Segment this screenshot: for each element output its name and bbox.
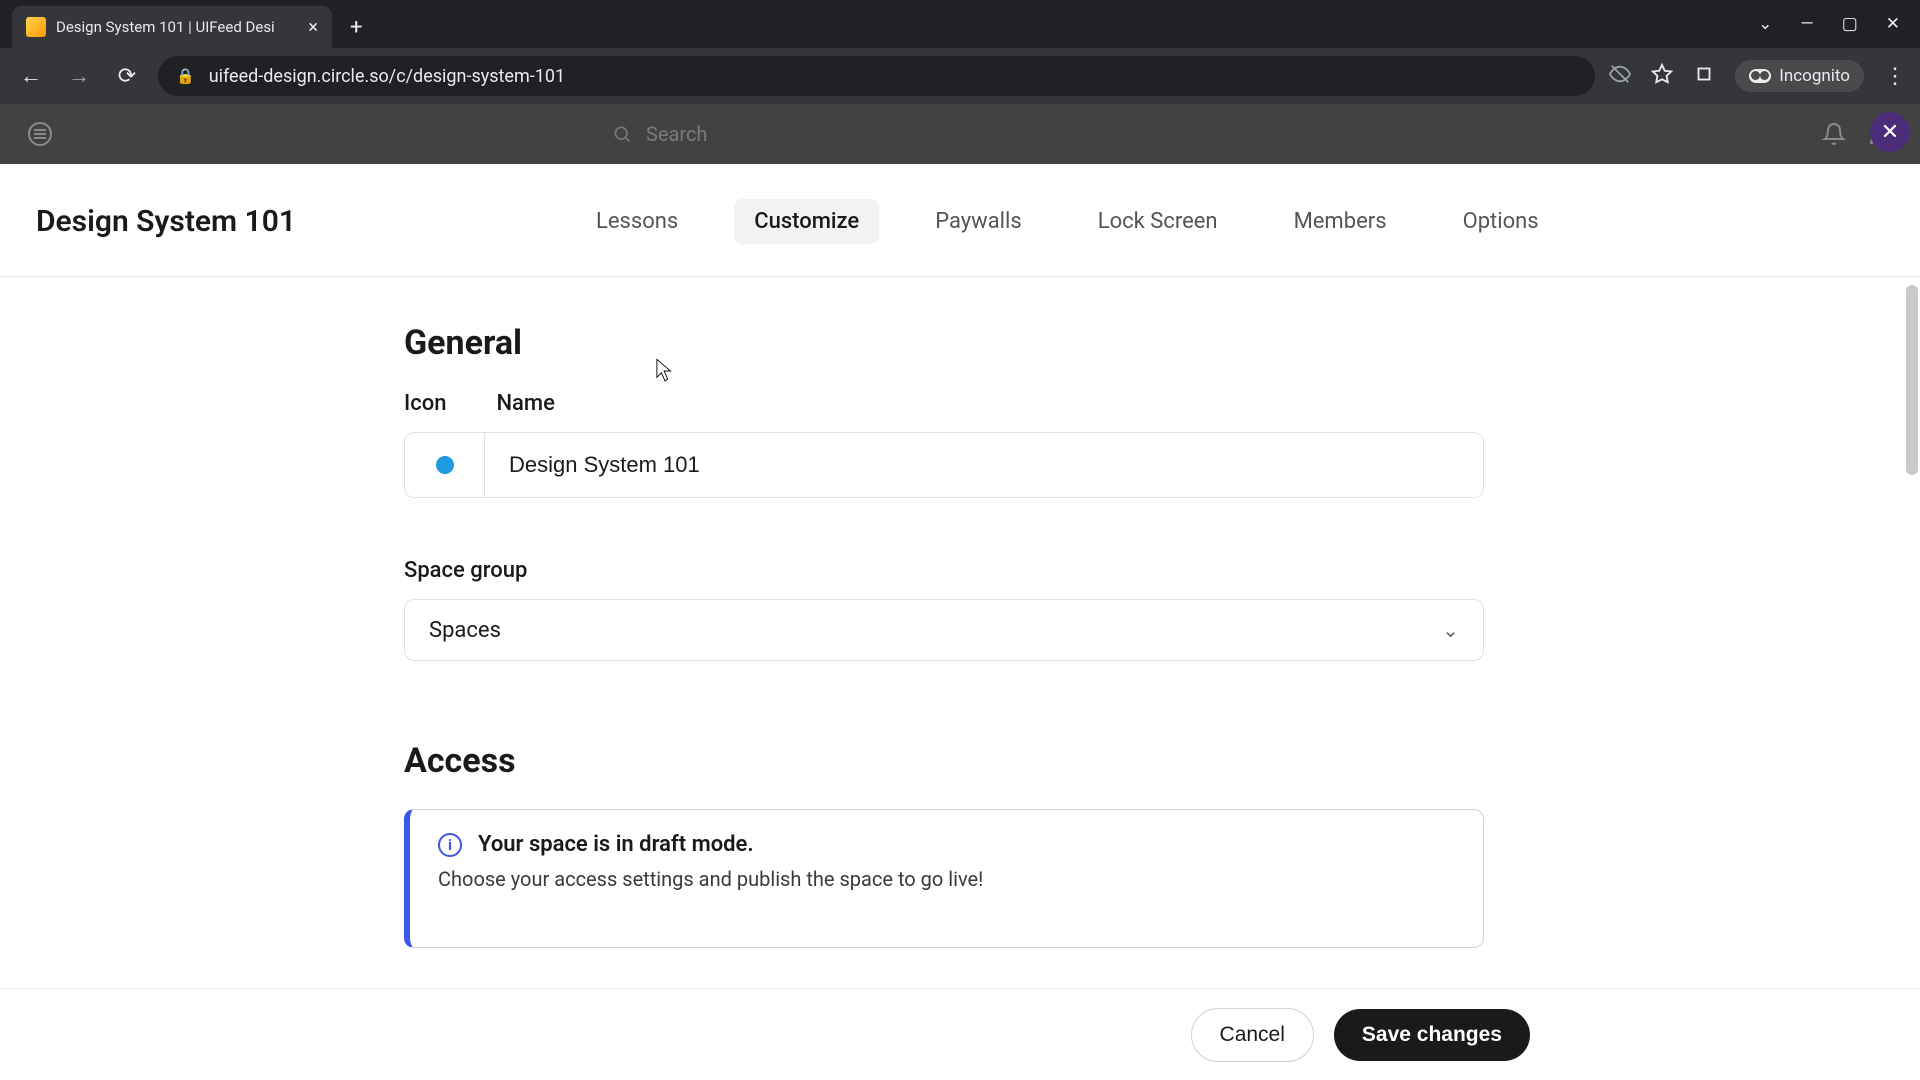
- tab-strip: Design System 101 | UIFeed Desi × + ⌄ — …: [0, 0, 1920, 48]
- tab-members[interactable]: Members: [1274, 199, 1407, 244]
- star-icon[interactable]: [1651, 63, 1673, 90]
- browser-toolbar: ← → ⟳ 🔒 uifeed-design.circle.so/c/design…: [0, 48, 1920, 104]
- lock-icon: 🔒: [176, 67, 195, 85]
- icon-label: Icon: [404, 391, 446, 416]
- bell-icon[interactable]: [1822, 122, 1846, 146]
- tab-paywalls[interactable]: Paywalls: [915, 199, 1042, 244]
- favicon-icon: [26, 17, 46, 37]
- browser-tab[interactable]: Design System 101 | UIFeed Desi ×: [12, 6, 332, 48]
- incognito-chip[interactable]: Incognito: [1735, 60, 1864, 92]
- tab-lock-screen[interactable]: Lock Screen: [1078, 199, 1238, 244]
- close-panel-button[interactable]: ✕: [1870, 112, 1910, 152]
- window-controls: ⌄ — ▢ ✕: [1758, 0, 1920, 48]
- section-general-heading: General: [404, 323, 1484, 363]
- form-content: General Icon Name Space group Spaces ⌄ A…: [404, 323, 1484, 948]
- icon-name-labels: Icon Name: [404, 391, 1484, 416]
- panel-tabs: Lessons Customize Paywalls Lock Screen M…: [576, 199, 1559, 244]
- kebab-menu-icon[interactable]: ⋮: [1884, 64, 1906, 89]
- forward-button[interactable]: →: [62, 59, 96, 93]
- address-bar[interactable]: 🔒 uifeed-design.circle.so/c/design-syste…: [158, 56, 1595, 96]
- space-name-input[interactable]: [485, 433, 1483, 497]
- panel-header: Design System 101 Lessons Customize Payw…: [0, 168, 1920, 276]
- app-header-dimmed: Search ✕: [0, 104, 1920, 164]
- scrollbar[interactable]: ▾: [1904, 281, 1920, 1076]
- tab-lessons[interactable]: Lessons: [576, 199, 698, 244]
- panel-title: Design System 101: [36, 204, 296, 239]
- chevron-down-icon: ⌄: [1442, 618, 1459, 642]
- name-field-row: [404, 432, 1484, 498]
- close-window-icon[interactable]: ✕: [1886, 14, 1900, 34]
- global-search[interactable]: Search: [612, 115, 1312, 153]
- space-group-value: Spaces: [429, 618, 501, 643]
- space-group-label: Space group: [404, 558, 1484, 583]
- extensions-icon[interactable]: [1693, 63, 1715, 90]
- incognito-label: Incognito: [1779, 66, 1850, 86]
- space-icon: [436, 456, 454, 474]
- community-menu-icon[interactable]: [28, 122, 52, 146]
- settings-panel: Design System 101 Lessons Customize Payw…: [0, 168, 1920, 1080]
- banner-subtitle: Choose your access settings and publish …: [438, 867, 1455, 891]
- tab-customize[interactable]: Customize: [734, 199, 879, 244]
- toolbar-right: Incognito ⋮: [1609, 60, 1906, 92]
- banner-title: Your space is in draft mode.: [478, 832, 754, 857]
- scroll-area: General Icon Name Space group Spaces ⌄ A…: [0, 276, 1920, 1080]
- minimize-icon[interactable]: —: [1800, 14, 1813, 34]
- reload-button[interactable]: ⟳: [110, 59, 144, 93]
- cancel-button[interactable]: Cancel: [1191, 1008, 1314, 1062]
- space-group-select[interactable]: Spaces ⌄: [404, 599, 1484, 661]
- draft-mode-banner: i Your space is in draft mode. Choose yo…: [404, 809, 1484, 948]
- scrollbar-thumb[interactable]: [1906, 285, 1918, 475]
- incognito-icon: [1749, 69, 1771, 83]
- eye-off-icon[interactable]: [1609, 63, 1631, 90]
- panel-footer: Cancel Save changes: [0, 988, 1920, 1080]
- icon-picker[interactable]: [405, 433, 485, 497]
- save-button[interactable]: Save changes: [1334, 1009, 1530, 1061]
- tab-options[interactable]: Options: [1443, 199, 1559, 244]
- url-text: uifeed-design.circle.so/c/design-system-…: [209, 66, 565, 87]
- maximize-icon[interactable]: ▢: [1842, 14, 1858, 34]
- new-tab-button[interactable]: +: [332, 15, 380, 48]
- search-icon: [612, 124, 632, 144]
- close-icon[interactable]: ×: [308, 17, 318, 38]
- section-access-heading: Access: [404, 741, 1484, 781]
- info-icon: i: [438, 833, 462, 857]
- back-button[interactable]: ←: [14, 59, 48, 93]
- tabs-dropdown-icon[interactable]: ⌄: [1758, 14, 1772, 34]
- search-placeholder: Search: [646, 122, 707, 146]
- tab-title: Design System 101 | UIFeed Desi: [56, 18, 298, 36]
- name-label: Name: [496, 391, 554, 416]
- browser-chrome: Design System 101 | UIFeed Desi × + ⌄ — …: [0, 0, 1920, 104]
